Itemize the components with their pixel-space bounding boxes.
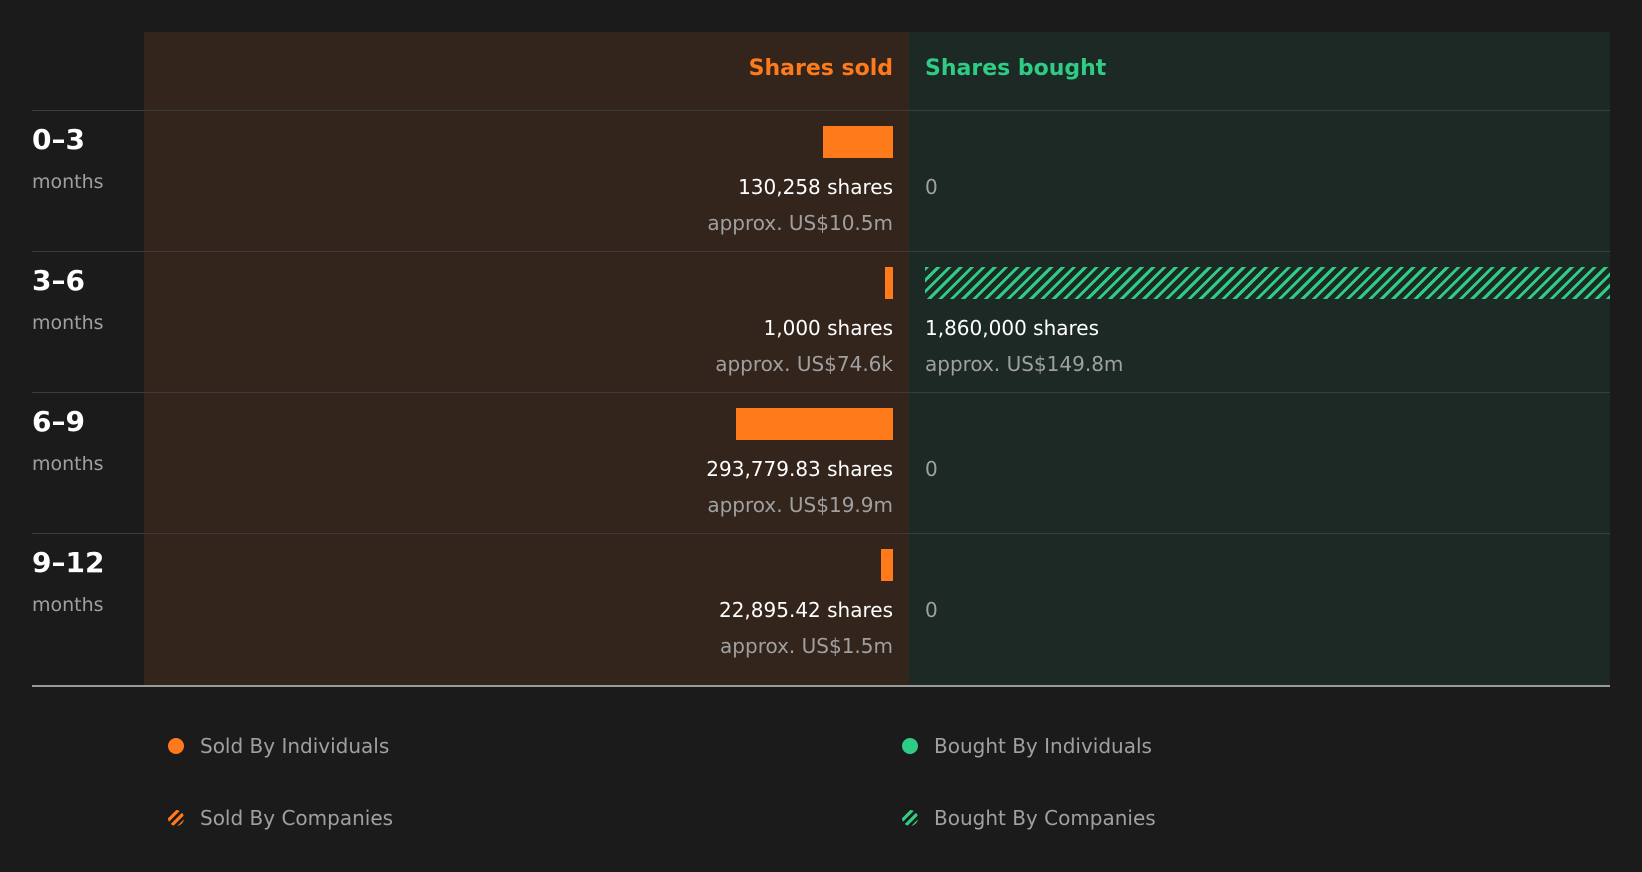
sold-shares-value: 293,779.83 shares: [706, 457, 893, 481]
period-label: 9–12: [32, 546, 105, 579]
period-row: 9–12 months 22,895.42 shares approx. US$1.5…: [32, 533, 1610, 678]
sold-bar: [880, 549, 893, 581]
sold-bar: [736, 408, 893, 440]
legend-bought-companies: Bought By Companies: [902, 806, 1156, 830]
legend-sold-companies: Sold By Companies: [168, 806, 393, 830]
legend-label: Sold By Individuals: [200, 734, 390, 758]
period-label: 6–9: [32, 405, 85, 438]
period-row: 6–9 months 293,779.83 shares approx. US$19.…: [32, 392, 1610, 537]
sold-shares-value: 130,258 shares: [738, 175, 893, 199]
sold-usd-value: approx. US$74.6k: [715, 352, 893, 376]
period-unit: months: [32, 171, 104, 193]
period-label: 3–6: [32, 264, 85, 297]
dot-swatch-icon: [902, 738, 918, 754]
period-unit: months: [32, 453, 104, 475]
period-unit: months: [32, 594, 104, 616]
sold-usd-value: approx. US$19.9m: [707, 493, 893, 517]
hatched-swatch-icon: [168, 810, 184, 826]
bought-shares-value: 0: [925, 175, 938, 199]
sold-usd-value: approx. US$1.5m: [720, 634, 893, 658]
bought-shares-value: 0: [925, 457, 938, 481]
shares-bought-header: Shares bought: [925, 56, 1107, 81]
period-label: 0–3: [32, 123, 85, 156]
hatched-swatch-icon: [902, 810, 918, 826]
sold-bar: [823, 126, 893, 158]
insider-trading-chart: Shares sold Shares bought 0–3 months 130,2…: [32, 32, 1610, 687]
sold-shares-value: 1,000 shares: [763, 316, 893, 340]
legend-label: Bought By Individuals: [934, 734, 1152, 758]
period-row: 0–3 months 130,258 shares approx. US$10.5m 0: [32, 110, 1610, 255]
dot-swatch-icon: [168, 738, 184, 754]
sold-usd-value: approx. US$10.5m: [707, 211, 893, 235]
chart-baseline: [32, 685, 1610, 687]
bought-usd-value: approx. US$149.8m: [925, 352, 1124, 376]
period-row: 3–6 months 1,000 shares approx. US$74.6k 1,8…: [32, 251, 1610, 396]
sold-shares-value: 22,895.42 shares: [718, 598, 893, 622]
legend-label: Bought By Companies: [934, 806, 1156, 830]
sold-bar: [885, 267, 893, 299]
legend-bought-individuals: Bought By Individuals: [902, 734, 1152, 758]
bought-bar: [925, 267, 1610, 299]
legend-label: Sold By Companies: [200, 806, 394, 830]
shares-sold-header: Shares sold: [748, 56, 893, 81]
legend-sold-individuals: Sold By Individuals: [168, 734, 389, 758]
bought-shares-value: 1,860,000 shares: [925, 316, 1100, 340]
bought-shares-value: 0: [925, 598, 938, 622]
period-unit: months: [32, 312, 104, 334]
